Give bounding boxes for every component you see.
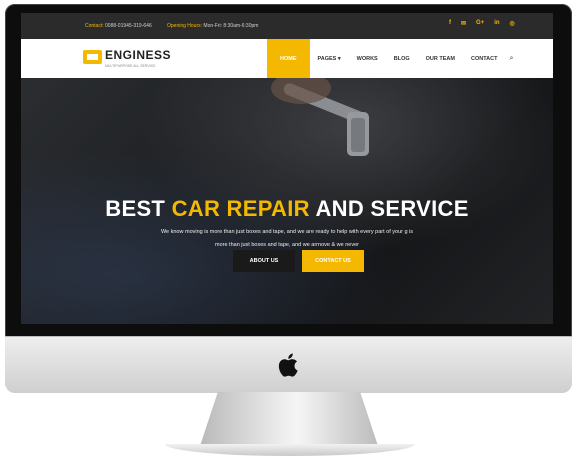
about-us-button[interactable]: ABOUT US: [233, 250, 295, 272]
apple-logo-icon: [278, 353, 298, 377]
hero-title-highlight: CAR REPAIR: [171, 196, 310, 221]
contact-info: Contact: 0088-01945-319-646: [85, 23, 152, 29]
hero-title: BEST CAR REPAIR AND SERVICE: [21, 196, 553, 222]
facebook-icon[interactable]: f: [449, 20, 451, 27]
search-icon[interactable]: ⌕: [509, 55, 513, 63]
opening-hours: Opening Hours: Mon-Fri: 8:30am-6:30pm: [167, 23, 258, 29]
hero-subtitle-line1: We know moving is more than just boxes a…: [160, 229, 414, 235]
linkedin-icon[interactable]: in: [494, 20, 499, 27]
nav-item-pages[interactable]: PAGES ▾: [310, 39, 349, 78]
hours-value: Mon-Fri: 8:30am-6:30pm: [203, 23, 259, 29]
contact-label: Contact:: [85, 23, 104, 29]
monitor-stand: [200, 392, 378, 446]
monitor-base: [165, 444, 415, 456]
hero-subtitle: We know moving is more than just boxes a…: [137, 226, 437, 252]
nav-item-contact[interactable]: CONTACT: [463, 39, 505, 78]
hours-label: Opening Hours:: [167, 23, 203, 29]
hero-title-part1: BEST: [105, 196, 172, 221]
contact-value: 0088-01945-319-646: [105, 23, 152, 29]
social-links: f ✉ G+ in ◎: [449, 20, 515, 27]
nav-item-works[interactable]: WORKS: [349, 39, 386, 78]
screen: Contact: 0088-01945-319-646 Opening Hour…: [21, 13, 553, 324]
hero-section: BEST CAR REPAIR AND SERVICE We know movi…: [21, 78, 553, 324]
nav-item-our-team[interactable]: OUR TEAM: [418, 39, 463, 78]
contact-us-button[interactable]: CONTACT US: [302, 250, 364, 272]
hero-title-part2: AND SERVICE: [309, 196, 469, 221]
nav-item-home[interactable]: HOME: [267, 39, 310, 78]
brand-tagline: MULTIPURPOSE ALL SERVICE: [105, 64, 156, 68]
dribbble-icon[interactable]: ◎: [510, 20, 515, 27]
nav-menu: HOME PAGES ▾ WORKS BLOG OUR TEAM CONTACT…: [267, 39, 513, 78]
google-plus-icon[interactable]: G+: [476, 20, 484, 27]
brand-name[interactable]: ENGINESS: [105, 48, 171, 62]
nav-item-blog[interactable]: BLOG: [386, 39, 418, 78]
top-bar: Contact: 0088-01945-319-646 Opening Hour…: [21, 13, 553, 39]
main-nav: ENGINESS MULTIPURPOSE ALL SERVICE HOME P…: [21, 39, 553, 78]
twitter-icon[interactable]: ✉: [461, 20, 466, 27]
logo-icon[interactable]: [83, 50, 102, 64]
